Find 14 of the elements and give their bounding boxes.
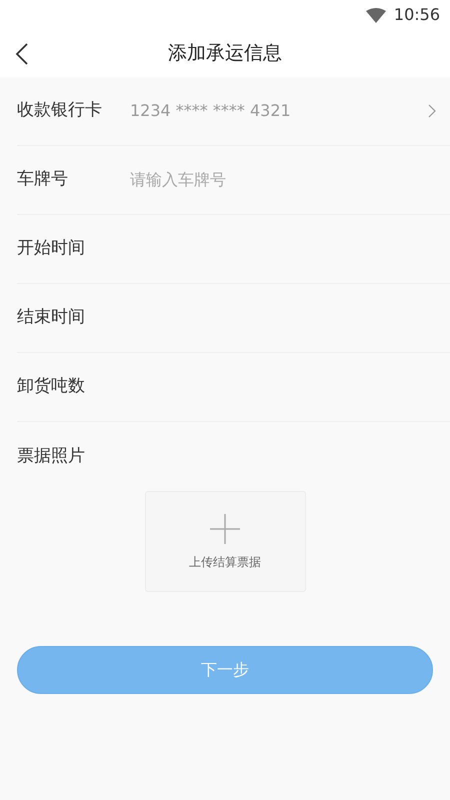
wifi-icon (366, 8, 386, 22)
form-row[interactable]: 开始时间 (17, 215, 450, 284)
bank-card-row[interactable]: 收款银行卡 1234 **** **** 4321 (17, 77, 450, 146)
plate-input[interactable]: 请输入车牌号 (130, 168, 436, 192)
plus-icon (209, 512, 241, 544)
page-title: 添加承运信息 (168, 41, 282, 66)
form-row[interactable]: 卸货吨数 (17, 353, 450, 422)
field-label: 车牌号 (17, 168, 69, 192)
form-row[interactable]: 结束时间 (17, 284, 450, 353)
upload-button[interactable]: 上传结算票据 (144, 491, 306, 592)
back-button[interactable] (14, 41, 30, 66)
chevron-right-icon (428, 104, 436, 118)
status-time: 10:56 (394, 4, 440, 26)
field-label: 票据照片 (17, 444, 86, 468)
